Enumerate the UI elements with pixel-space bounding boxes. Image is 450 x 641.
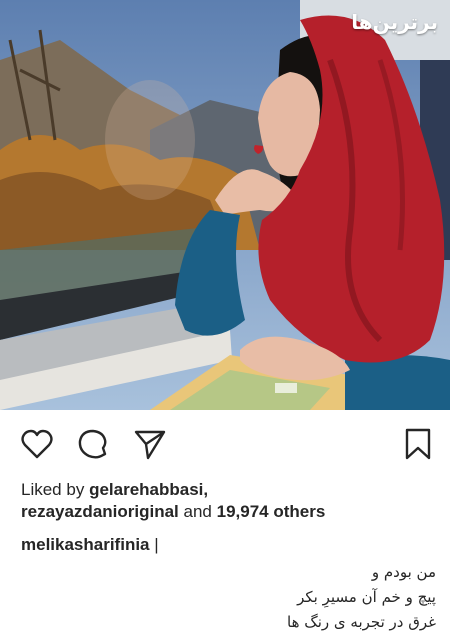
heart-icon [21, 429, 53, 459]
liker-link[interactable]: gelarehabbasi, [89, 480, 208, 499]
train-window-photo [0, 0, 450, 410]
likes-summary: Liked by gelarehabbasi, rezayazdaniorigi… [21, 479, 436, 523]
caption-cursor: | [154, 535, 159, 554]
caption-line: من بودم و [371, 563, 436, 581]
share-button[interactable] [133, 427, 167, 461]
liked-by-label: Liked by [21, 480, 85, 499]
watermark-logo: برترین‌ها [351, 10, 438, 34]
and-label: and [183, 502, 212, 521]
caption-username-text[interactable]: melikasharifinia [21, 535, 150, 554]
caption-line: پیچ و خم آن مسیرِ بکر [297, 588, 436, 606]
speech-bubble-icon [78, 429, 107, 459]
post-photo[interactable]: برترین‌ها [0, 0, 450, 410]
comment-button[interactable] [76, 427, 110, 461]
liker-link[interactable]: rezayazdanioriginal [21, 502, 179, 521]
others-link[interactable]: 19,974 others [217, 502, 326, 521]
bookmark-icon [405, 428, 431, 460]
action-bar [0, 410, 450, 476]
paper-plane-icon [134, 430, 166, 460]
save-button[interactable] [401, 427, 435, 461]
caption-username[interactable]: melikasharifinia | [21, 534, 159, 556]
like-button[interactable] [20, 427, 54, 461]
caption-line: غرق در تجربه ی رنگ ها [287, 613, 436, 631]
